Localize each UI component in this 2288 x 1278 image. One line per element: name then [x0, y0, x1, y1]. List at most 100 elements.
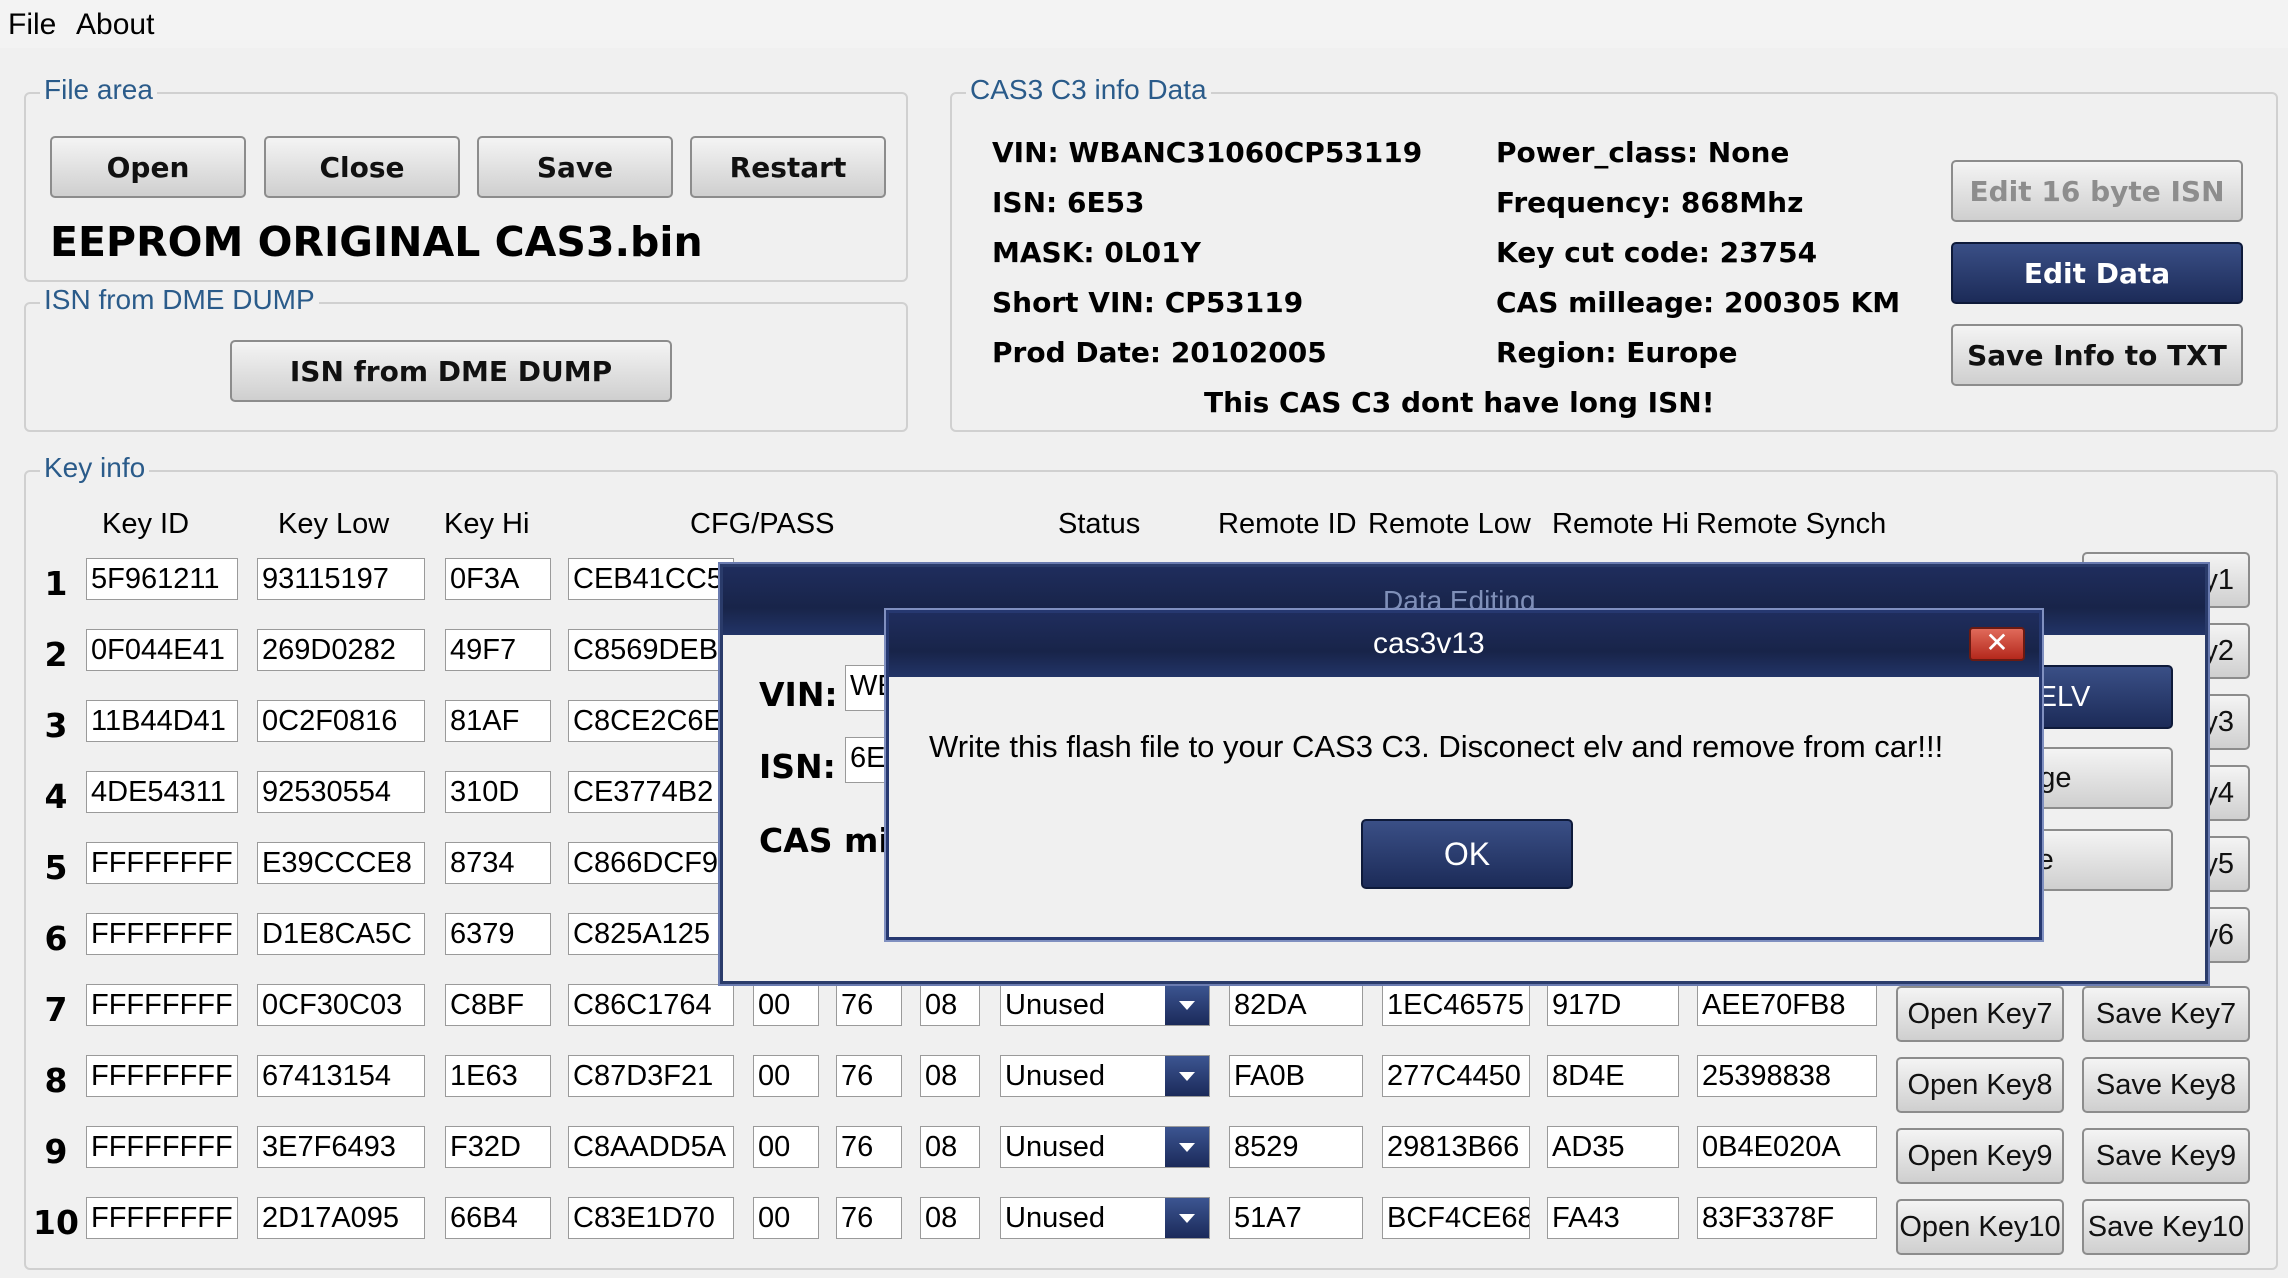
ok-button[interactable]: OK [1361, 819, 1573, 889]
pass-byte-2-cell[interactable]: 76 [836, 984, 902, 1026]
cfg-pass-cell[interactable]: C8CE2C6E [568, 700, 734, 742]
key-id-cell[interactable]: 11B44D41 [86, 700, 238, 742]
pass-byte-2-cell[interactable]: 76 [836, 1197, 902, 1239]
open-key-button[interactable]: Open Key8 [1896, 1057, 2064, 1113]
edit-data-button[interactable]: Edit Data [1951, 242, 2243, 304]
save-key-button[interactable]: Save Key9 [2082, 1128, 2250, 1184]
remote-synch-cell[interactable]: 0B4E020A [1697, 1126, 1877, 1168]
key-low-cell[interactable]: 92530554 [257, 771, 425, 813]
key-hi-cell[interactable]: 0F3A [445, 558, 551, 600]
key-low-cell[interactable]: D1E8CA5C [257, 913, 425, 955]
key-low-cell[interactable]: 67413154 [257, 1055, 425, 1097]
menu-about[interactable]: About [76, 8, 154, 42]
close-button[interactable]: Close [264, 136, 460, 198]
pass-byte-2-cell[interactable]: 76 [836, 1126, 902, 1168]
key-id-cell[interactable]: 0F044E41 [86, 629, 238, 671]
edit-16-byte-isn-button[interactable]: Edit 16 byte ISN [1951, 160, 2243, 222]
save-key-button[interactable]: Save Key10 [2082, 1199, 2250, 1255]
status-select[interactable]: Unused [1000, 1197, 1210, 1239]
key-hi-cell[interactable]: 310D [445, 771, 551, 813]
key-id-cell[interactable]: FFFFFFFF [86, 842, 238, 884]
key-low-cell[interactable]: 0C2F0816 [257, 700, 425, 742]
pass-byte-1-cell[interactable]: 00 [753, 1055, 819, 1097]
pass-byte-1-cell[interactable]: 00 [753, 1197, 819, 1239]
cfg-pass-cell[interactable]: C8569DEB [568, 629, 734, 671]
save-key-button[interactable]: Save Key7 [2082, 986, 2250, 1042]
cfg-pass-cell[interactable]: C825A125 [568, 913, 734, 955]
save-key-button[interactable]: Save Key8 [2082, 1057, 2250, 1113]
key-id-cell[interactable]: FFFFFFFF [86, 913, 238, 955]
key-low-cell[interactable]: 269D0282 [257, 629, 425, 671]
pass-byte-3-cell[interactable]: 08 [920, 1197, 980, 1239]
status-select[interactable]: Unused [1000, 984, 1210, 1026]
key-id-cell[interactable]: FFFFFFFF [86, 984, 238, 1026]
cfg-pass-cell[interactable]: C866DCF9 [568, 842, 734, 884]
key-id-cell[interactable]: FFFFFFFF [86, 1055, 238, 1097]
remote-hi-cell[interactable]: 8D4E [1547, 1055, 1679, 1097]
key-id-cell[interactable]: FFFFFFFF [86, 1197, 238, 1239]
cfg-pass-cell[interactable]: C8AADD5A [568, 1126, 734, 1168]
remote-id-cell[interactable]: FA0B [1229, 1055, 1363, 1097]
close-icon[interactable]: ✕ [1969, 627, 2025, 661]
remote-id-cell[interactable]: 8529 [1229, 1126, 1363, 1168]
remote-low-cell[interactable]: BCF4CE68 [1382, 1197, 1530, 1239]
pass-byte-3-cell[interactable]: 08 [920, 1055, 980, 1097]
remote-hi-cell[interactable]: 917D [1547, 984, 1679, 1026]
key-low-cell[interactable]: 2D17A095 [257, 1197, 425, 1239]
remote-hi-cell[interactable]: AD35 [1547, 1126, 1679, 1168]
menu-file[interactable]: File [8, 8, 56, 42]
key-low-cell[interactable]: 3E7F6493 [257, 1126, 425, 1168]
chevron-down-icon[interactable] [1165, 1198, 1209, 1238]
restart-button[interactable]: Restart [690, 136, 886, 198]
key-id-cell[interactable]: 5F961211 [86, 558, 238, 600]
chevron-down-icon[interactable] [1165, 1056, 1209, 1096]
key-hi-cell[interactable]: 1E63 [445, 1055, 551, 1097]
cfg-pass-cell[interactable]: C86C1764 [568, 984, 734, 1026]
message-box: cas3v13 ✕ Write this flash file to your … [886, 610, 2042, 940]
key-low-cell[interactable]: 93115197 [257, 558, 425, 600]
remote-low-cell[interactable]: 29813B66 [1382, 1126, 1530, 1168]
remote-synch-cell[interactable]: AEE70FB8 [1697, 984, 1877, 1026]
chevron-down-icon[interactable] [1165, 1127, 1209, 1167]
key-hi-cell[interactable]: 66B4 [445, 1197, 551, 1239]
row-number: 6 [44, 919, 68, 958]
pass-byte-1-cell[interactable]: 00 [753, 1126, 819, 1168]
open-key-button[interactable]: Open Key7 [1896, 986, 2064, 1042]
key-id-cell[interactable]: 4DE54311 [86, 771, 238, 813]
key-hi-cell[interactable]: C8BF [445, 984, 551, 1026]
cfg-pass-cell[interactable]: C87D3F21 [568, 1055, 734, 1097]
status-select[interactable]: Unused [1000, 1126, 1210, 1168]
region-value: Region: Europe [1496, 336, 1738, 369]
key-hi-cell[interactable]: 6379 [445, 913, 551, 955]
open-key-button[interactable]: Open Key10 [1896, 1199, 2064, 1255]
key-low-cell[interactable]: E39CCCE8 [257, 842, 425, 884]
key-hi-cell[interactable]: F32D [445, 1126, 551, 1168]
chevron-down-icon[interactable] [1165, 985, 1209, 1025]
open-key-button[interactable]: Open Key9 [1896, 1128, 2064, 1184]
key-id-cell[interactable]: FFFFFFFF [86, 1126, 238, 1168]
pass-byte-3-cell[interactable]: 08 [920, 984, 980, 1026]
status-select[interactable]: Unused [1000, 1055, 1210, 1097]
remote-synch-cell[interactable]: 83F3378F [1697, 1197, 1877, 1239]
key-hi-cell[interactable]: 49F7 [445, 629, 551, 671]
key-hi-cell[interactable]: 8734 [445, 842, 551, 884]
pass-byte-2-cell[interactable]: 76 [836, 1055, 902, 1097]
remote-id-cell[interactable]: 82DA [1229, 984, 1363, 1026]
remote-low-cell[interactable]: 1EC46575 [1382, 984, 1530, 1026]
save-button[interactable]: Save [477, 136, 673, 198]
remote-id-cell[interactable]: 51A7 [1229, 1197, 1363, 1239]
pass-byte-1-cell[interactable]: 00 [753, 984, 819, 1026]
cfg-pass-cell[interactable]: CEB41CC5 [568, 558, 734, 600]
isn-from-dme-button[interactable]: ISN from DME DUMP [230, 340, 672, 402]
remote-synch-cell[interactable]: 25398838 [1697, 1055, 1877, 1097]
cfg-pass-cell[interactable]: CE3774B2 [568, 771, 734, 813]
cfg-pass-cell[interactable]: C83E1D70 [568, 1197, 734, 1239]
open-button[interactable]: Open [50, 136, 246, 198]
save-info-txt-button[interactable]: Save Info to TXT [1951, 324, 2243, 386]
remote-low-cell[interactable]: 277C4450 [1382, 1055, 1530, 1097]
pass-byte-3-cell[interactable]: 08 [920, 1126, 980, 1168]
key-low-cell[interactable]: 0CF30C03 [257, 984, 425, 1026]
remote-hi-cell[interactable]: FA43 [1547, 1197, 1679, 1239]
key-hi-cell[interactable]: 81AF [445, 700, 551, 742]
status-value: Unused [1005, 1060, 1105, 1092]
